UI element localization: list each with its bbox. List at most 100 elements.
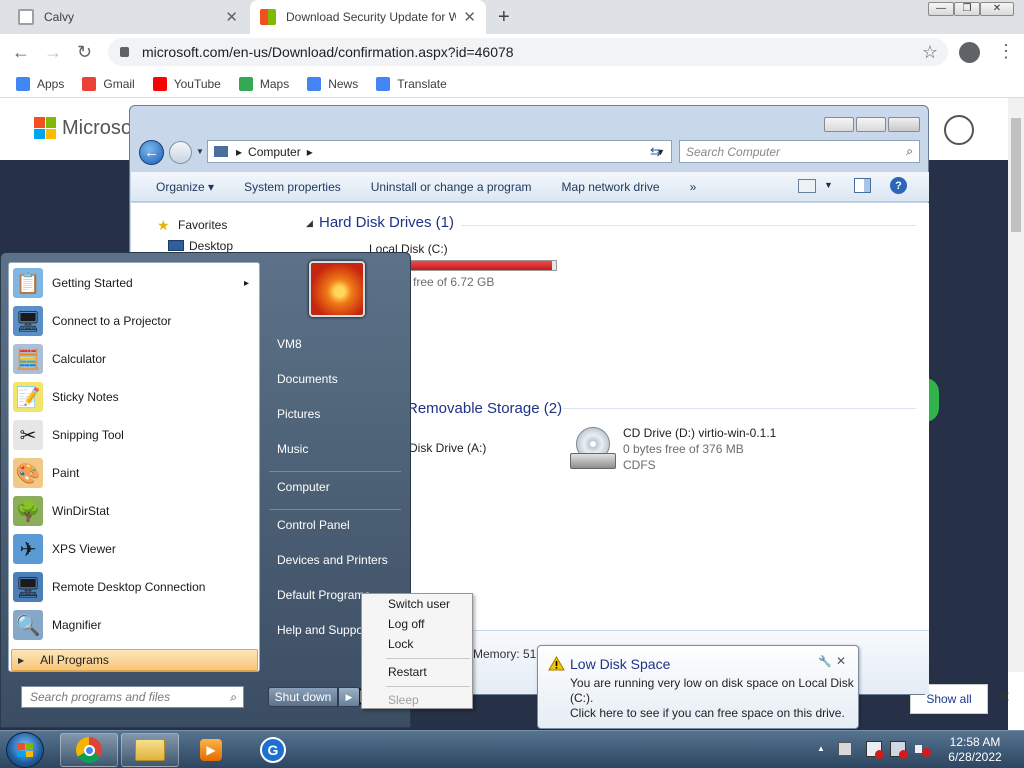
close-window-button[interactable]: ✕ (980, 2, 1014, 16)
minimize-button[interactable]: — (928, 2, 954, 16)
microsoft-favicon-icon (260, 9, 276, 25)
preview-pane-icon[interactable] (854, 178, 871, 193)
help-icon[interactable]: ? (890, 177, 907, 194)
scroll-thumb[interactable] (1011, 118, 1021, 232)
bookmark-gmail[interactable]: Gmail (82, 76, 135, 91)
start-link-devices-and-printers[interactable]: Devices and Printers (277, 553, 388, 567)
command-3[interactable]: Map network drive (562, 180, 660, 194)
close-tab-icon[interactable]: ✕ (463, 8, 476, 26)
dismiss-download-bar-icon[interactable]: ✕ (998, 688, 1011, 706)
program-remote-desktop-connection[interactable]: 🖥 Remote Desktop Connection (13, 569, 257, 605)
user-picture-avatar[interactable] (309, 261, 365, 317)
options-wrench-icon[interactable]: 🔧 (818, 655, 832, 668)
volume-muted-icon[interactable] (915, 741, 931, 757)
start-link-pictures[interactable]: Pictures (277, 407, 320, 421)
start-link-default-programs[interactable]: Default Programs (277, 588, 370, 602)
calculator-icon: 🧮 (13, 344, 43, 374)
start-link-computer[interactable]: Computer (277, 480, 330, 494)
program-label: Connect to a Projector (52, 314, 172, 328)
cd-drive-icon[interactable] (570, 427, 618, 471)
shut-down-button[interactable]: Shut down (268, 687, 338, 707)
command-2[interactable]: Uninstall or change a program (371, 180, 532, 194)
taskbar-chrome-button[interactable] (60, 733, 118, 767)
new-tab-button[interactable]: + (498, 6, 510, 29)
refresh-icon[interactable]: ⇆ (650, 144, 661, 160)
start-link-documents[interactable]: Documents (277, 372, 338, 386)
recent-pages-chevron-icon[interactable]: ▼ (196, 147, 204, 156)
close-notification-icon[interactable]: ✕ (836, 654, 846, 668)
program-calculator[interactable]: 🧮 Calculator (13, 341, 257, 377)
clock-date: 6/28/2022 (948, 750, 1002, 764)
all-programs-button[interactable]: ▶ All Programs (11, 649, 258, 671)
program-xps-viewer[interactable]: ✈ XPS Viewer (13, 531, 257, 567)
bookmark-star-icon[interactable]: ☆ (922, 42, 938, 63)
show-hidden-icons-button[interactable]: ▲ (817, 744, 825, 753)
explorer-address-bar[interactable]: ▸ Computer ▸ ▼ (207, 140, 672, 163)
system-clock[interactable]: 12:58 AM 6/28/2022 (944, 735, 1006, 765)
bookmark-maps[interactable]: Maps (238, 76, 289, 91)
command-4[interactable]: » (690, 180, 697, 194)
back-button[interactable]: ← (12, 42, 30, 63)
explorer-close-button[interactable] (888, 117, 920, 132)
program-magnifier[interactable]: 🔍 Magnifier (13, 607, 257, 643)
collapse-hard-disks-icon[interactable]: ◢ (306, 218, 313, 229)
address-bar[interactable]: microsoft.com/en-us/Download/confirmatio… (108, 38, 948, 66)
bookmark-youtube[interactable]: YouTube (152, 76, 221, 91)
network-icon[interactable] (890, 741, 908, 759)
command-1[interactable]: System properties (244, 180, 341, 194)
forward-button[interactable]: → (44, 42, 62, 63)
action-center-icon[interactable] (866, 741, 884, 759)
explorer-forward-button[interactable] (169, 141, 192, 164)
taskbar-explorer-button[interactable] (121, 733, 179, 767)
notification-line-3[interactable]: Click here to see if you can free space … (570, 706, 845, 720)
bookmark-translate[interactable]: Translate (376, 76, 447, 91)
menu-item-restart[interactable]: Restart (388, 665, 427, 679)
taskbar-app-button[interactable]: G (244, 733, 302, 767)
start-orb-button[interactable] (6, 732, 44, 768)
program-snipping-tool[interactable]: ✂ Snipping Tool (13, 417, 257, 453)
tray-drive-icon[interactable] (838, 742, 852, 756)
explorer-back-button[interactable]: ← (139, 140, 164, 165)
start-link-control-panel[interactable]: Control Panel (277, 518, 350, 532)
program-paint[interactable]: 🎨 Paint (13, 455, 257, 491)
cd-drive-label[interactable]: CD Drive (D:) virtio-win-0.1.1 (623, 426, 776, 440)
bookmark-apps[interactable]: Apps (16, 76, 64, 91)
shut-down-options-arrow[interactable]: ▶ (338, 687, 360, 707)
start-link-help-and-support[interactable]: Help and Support (277, 623, 370, 637)
program-windirstat[interactable]: 🌳 WinDirStat (13, 493, 257, 529)
menu-item-sleep: Sleep (388, 693, 419, 707)
program-label: WinDirStat (52, 504, 110, 518)
taskbar-media-player-button[interactable]: ▶ (182, 733, 240, 767)
page-scrollbar[interactable] (1008, 98, 1024, 672)
low-disk-space-notification[interactable]: Low Disk Space 🔧 ✕ You are running very … (537, 645, 859, 729)
restore-button[interactable]: ❐ (954, 2, 980, 16)
menu-item-lock[interactable]: Lock (388, 637, 413, 651)
bookmark-news[interactable]: News (307, 76, 358, 91)
tab-download-security-update[interactable]: Download Security Update for W ✕ (250, 0, 486, 34)
start-search-input[interactable]: Search programs and files ⌕ (21, 686, 244, 708)
start-link-vm8[interactable]: VM8 (277, 337, 302, 351)
browser-menu-icon[interactable]: ⋮ (997, 41, 1015, 62)
explorer-maximize-button[interactable] (856, 117, 886, 132)
reload-button[interactable]: ↻ (77, 42, 92, 63)
menu-item-switch-user[interactable]: Switch user (388, 597, 450, 611)
menu-item-log-off[interactable]: Log off (388, 617, 424, 631)
close-tab-icon[interactable]: ✕ (225, 8, 238, 26)
tab-calvy[interactable]: Calvy ✕ (8, 0, 248, 34)
change-view-icon[interactable] (798, 179, 816, 193)
view-options-chevron-icon[interactable]: ▼ (824, 180, 833, 190)
profile-avatar-icon[interactable] (959, 42, 980, 63)
account-icon[interactable] (944, 115, 974, 145)
start-link-music[interactable]: Music (277, 442, 308, 456)
explorer-minimize-button[interactable] (824, 117, 854, 132)
nav-favorites[interactable]: Favorites (178, 218, 227, 232)
program-sticky-notes[interactable]: 📝 Sticky Notes (13, 379, 257, 415)
search-icon[interactable]: ⌕ (230, 690, 237, 705)
program-getting-started[interactable]: 📋 Getting Started ▸ (13, 265, 257, 301)
floppy-drive-label[interactable]: Disk Drive (A:) (409, 441, 486, 455)
command-0[interactable]: Organize ▾ (156, 180, 214, 194)
program-connect-to-a-projector[interactable]: 🖥 Connect to a Projector (13, 303, 257, 339)
explorer-search-input[interactable]: Search Computer ⌕ (679, 140, 920, 163)
nav-desktop[interactable]: Desktop (189, 239, 233, 253)
search-icon[interactable]: ⌕ (906, 144, 913, 159)
